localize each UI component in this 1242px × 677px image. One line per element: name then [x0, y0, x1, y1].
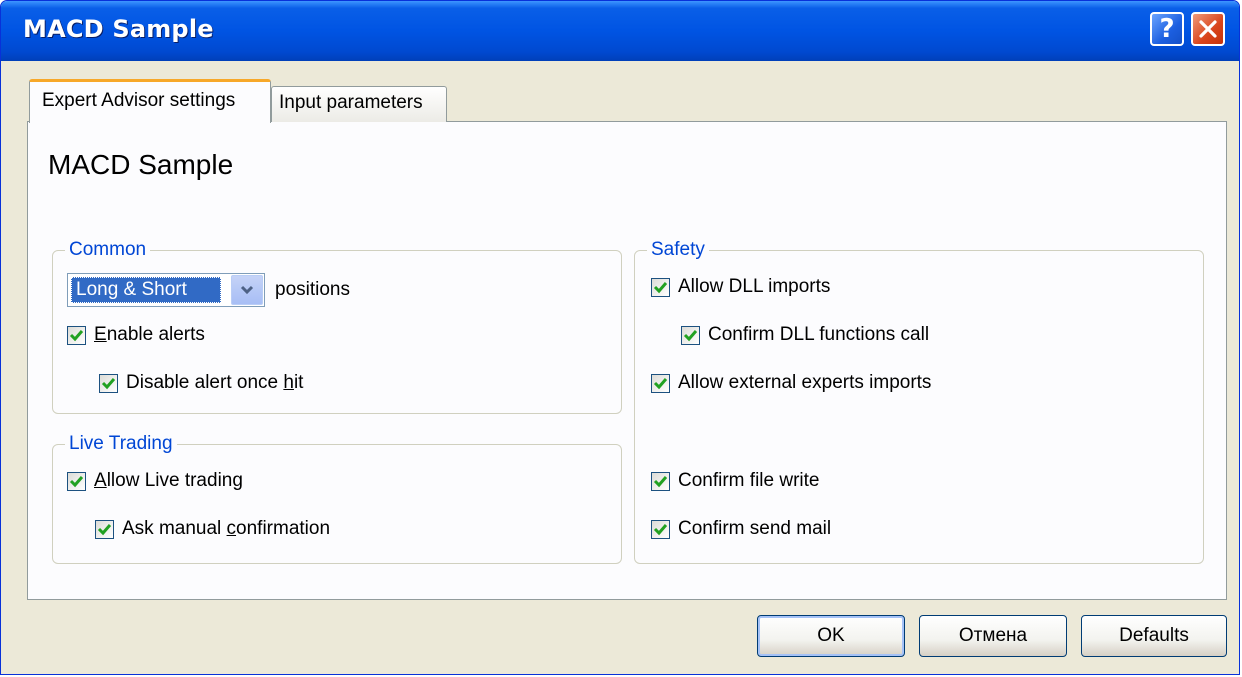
- ask-manual-confirmation-label: Ask manual confirmation: [122, 518, 331, 539]
- check-mark-icon: [69, 329, 84, 341]
- defaults-button[interactable]: Defaults: [1081, 615, 1227, 657]
- confirm-dll-functions-call-label: Confirm DLL functions call: [708, 324, 930, 345]
- common-legend: Common: [65, 239, 151, 261]
- enable-alerts-label: Enable alerts: [94, 324, 205, 345]
- window-title: MACD Sample: [23, 15, 214, 43]
- check-mark-icon: [653, 281, 668, 293]
- confirm-file-write-checkbox[interactable]: Confirm file write: [651, 469, 819, 493]
- allow-external-experts-imports-checkbox[interactable]: Allow external experts imports: [651, 371, 931, 395]
- tab-expert-advisor-settings[interactable]: Expert Advisor settings: [29, 79, 271, 123]
- allow-dll-imports-checkbox[interactable]: Allow DLL imports: [651, 275, 830, 299]
- check-mark-icon: [101, 377, 116, 389]
- positions-select[interactable]: Long & Short: [67, 273, 265, 307]
- disable-alert-once-hit-checkbox[interactable]: Disable alert once hit: [99, 371, 303, 395]
- dialog-window: MACD Sample ? Expert Advisor settings In…: [0, 0, 1240, 675]
- common-group: Common Long & Short positions Enable ale…: [52, 239, 622, 414]
- live-trading-legend: Live Trading: [65, 433, 177, 455]
- safety-legend: Safety: [647, 239, 709, 261]
- positions-dropdown-button[interactable]: [231, 275, 263, 305]
- ask-manual-confirmation-checkbox[interactable]: Ask manual confirmation: [95, 517, 330, 541]
- positions-select-value: Long & Short: [71, 277, 221, 303]
- checkbox-box[interactable]: [651, 519, 670, 539]
- tab-panel: MACD Sample Common Long & Short position…: [27, 121, 1227, 600]
- close-icon: [1199, 20, 1217, 38]
- help-button[interactable]: ?: [1150, 12, 1184, 46]
- checkbox-box[interactable]: [651, 373, 670, 393]
- disable-alert-once-hit-label: Disable alert once hit: [126, 372, 304, 393]
- checkbox-box[interactable]: [651, 277, 670, 297]
- cancel-button[interactable]: Отмена: [919, 615, 1067, 657]
- allow-live-trading-label: Allow Live trading: [94, 470, 243, 491]
- confirm-dll-functions-call-checkbox[interactable]: Confirm DLL functions call: [681, 323, 929, 347]
- check-mark-icon: [683, 329, 698, 341]
- check-mark-icon: [653, 523, 668, 535]
- tab-input-parameters[interactable]: Input parameters: [271, 86, 447, 122]
- checkbox-box[interactable]: [651, 471, 670, 491]
- chevron-down-icon: [240, 285, 254, 295]
- live-trading-group: Live Trading Allow Live trading Ask manu…: [52, 433, 622, 564]
- checkbox-box[interactable]: [67, 471, 86, 491]
- checkbox-box[interactable]: [681, 325, 700, 345]
- checkbox-box[interactable]: [95, 519, 114, 539]
- check-mark-icon: [653, 377, 668, 389]
- confirm-send-mail-label: Confirm send mail: [678, 518, 832, 539]
- positions-label: positions: [275, 279, 350, 300]
- allow-live-trading-checkbox[interactable]: Allow Live trading: [67, 469, 243, 493]
- confirm-file-write-label: Confirm file write: [678, 470, 820, 491]
- allow-dll-imports-label: Allow DLL imports: [678, 276, 831, 297]
- allow-external-experts-imports-label: Allow external experts imports: [678, 372, 932, 393]
- question-mark-icon: ?: [1159, 14, 1175, 44]
- check-mark-icon: [69, 475, 84, 487]
- checkbox-box[interactable]: [99, 373, 118, 393]
- safety-group: Safety Allow DLL imports Confirm DLL fun…: [634, 239, 1204, 564]
- confirm-send-mail-checkbox[interactable]: Confirm send mail: [651, 517, 831, 541]
- close-button[interactable]: [1191, 12, 1225, 46]
- page-title: MACD Sample: [48, 149, 234, 180]
- check-mark-icon: [653, 475, 668, 487]
- checkbox-box[interactable]: [67, 325, 86, 345]
- check-mark-icon: [97, 523, 112, 535]
- ok-button[interactable]: OK: [757, 615, 905, 657]
- enable-alerts-checkbox[interactable]: Enable alerts: [67, 323, 205, 347]
- title-bar[interactable]: MACD Sample ?: [1, 1, 1239, 61]
